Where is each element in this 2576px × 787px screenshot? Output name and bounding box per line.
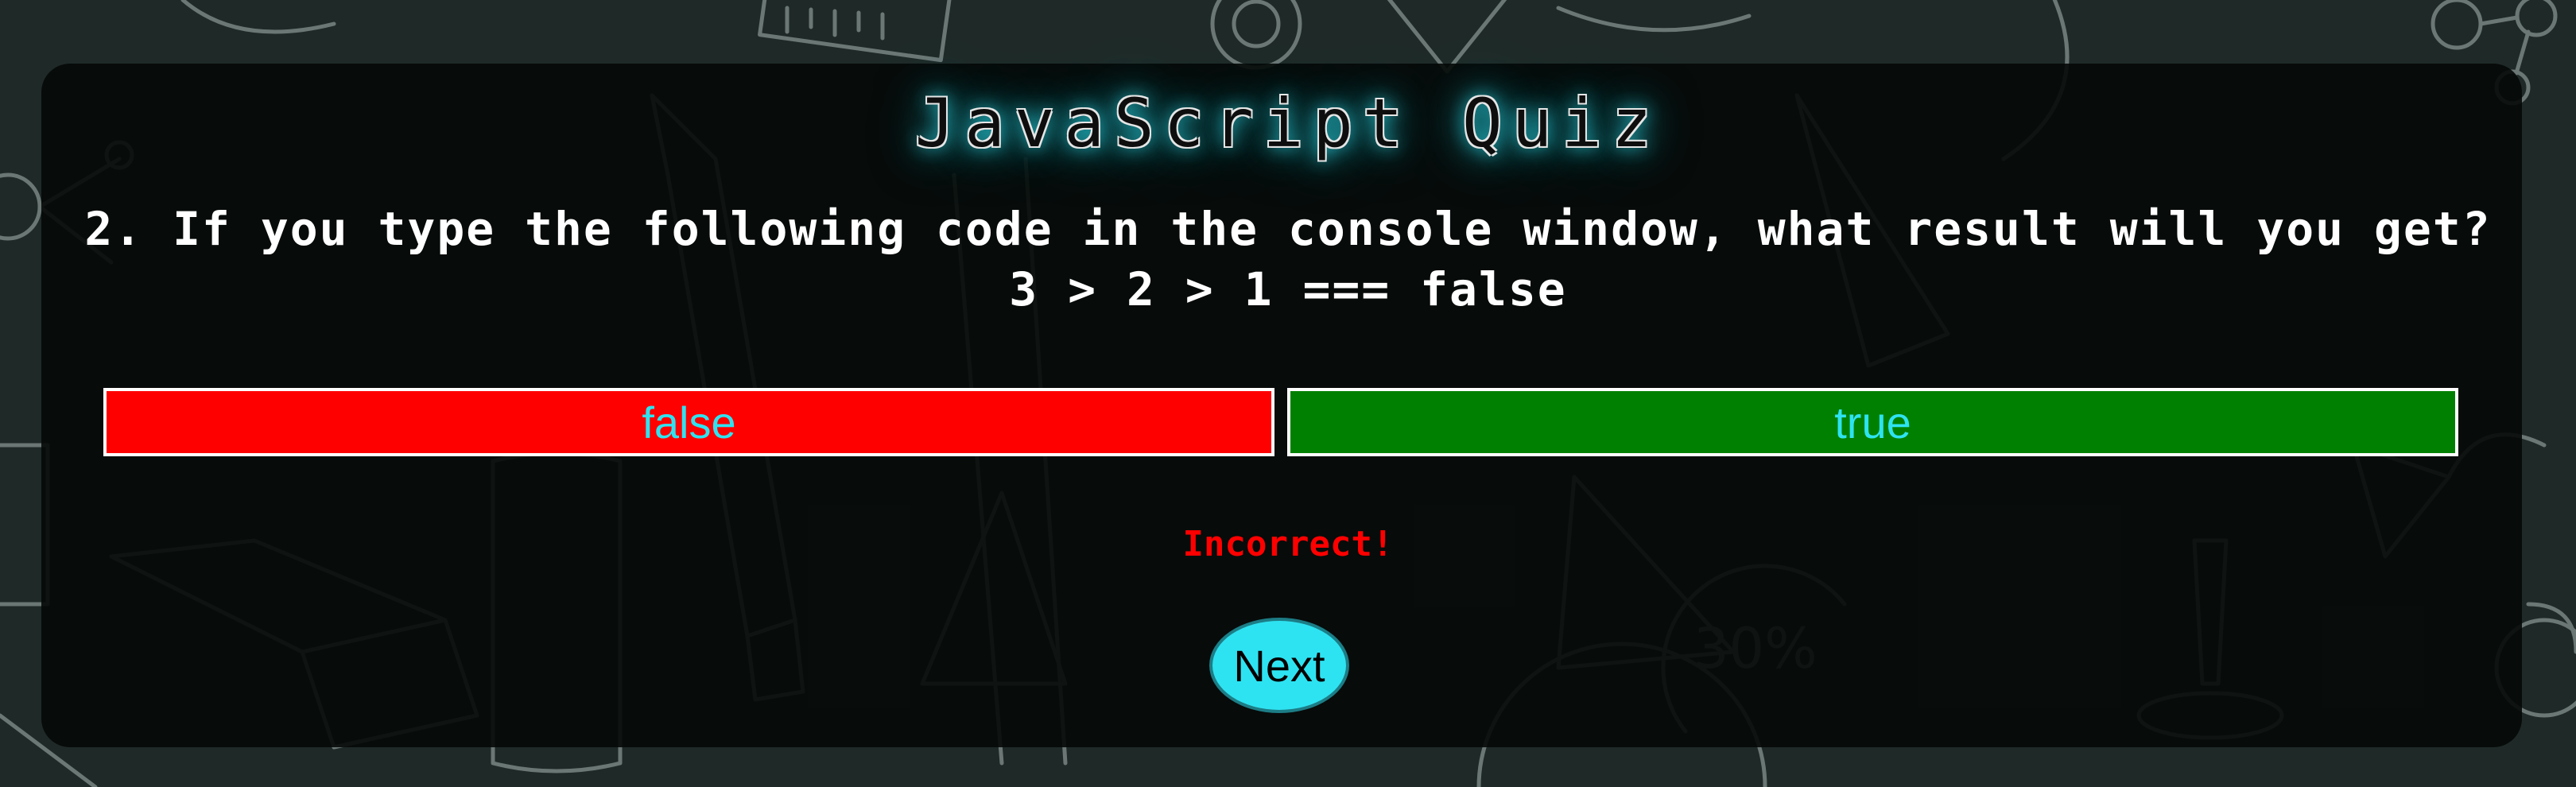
answer-options: false true xyxy=(103,388,2458,456)
feedback-message: Incorrect! xyxy=(1182,524,1394,564)
answer-button-false[interactable]: false xyxy=(103,388,1274,456)
quiz-title: JavaScript Quiz xyxy=(914,84,1662,162)
next-button[interactable]: Next xyxy=(1209,618,1349,713)
answer-button-true[interactable]: true xyxy=(1287,388,2458,456)
question-text: 2. If you type the following code in the… xyxy=(84,202,2492,316)
